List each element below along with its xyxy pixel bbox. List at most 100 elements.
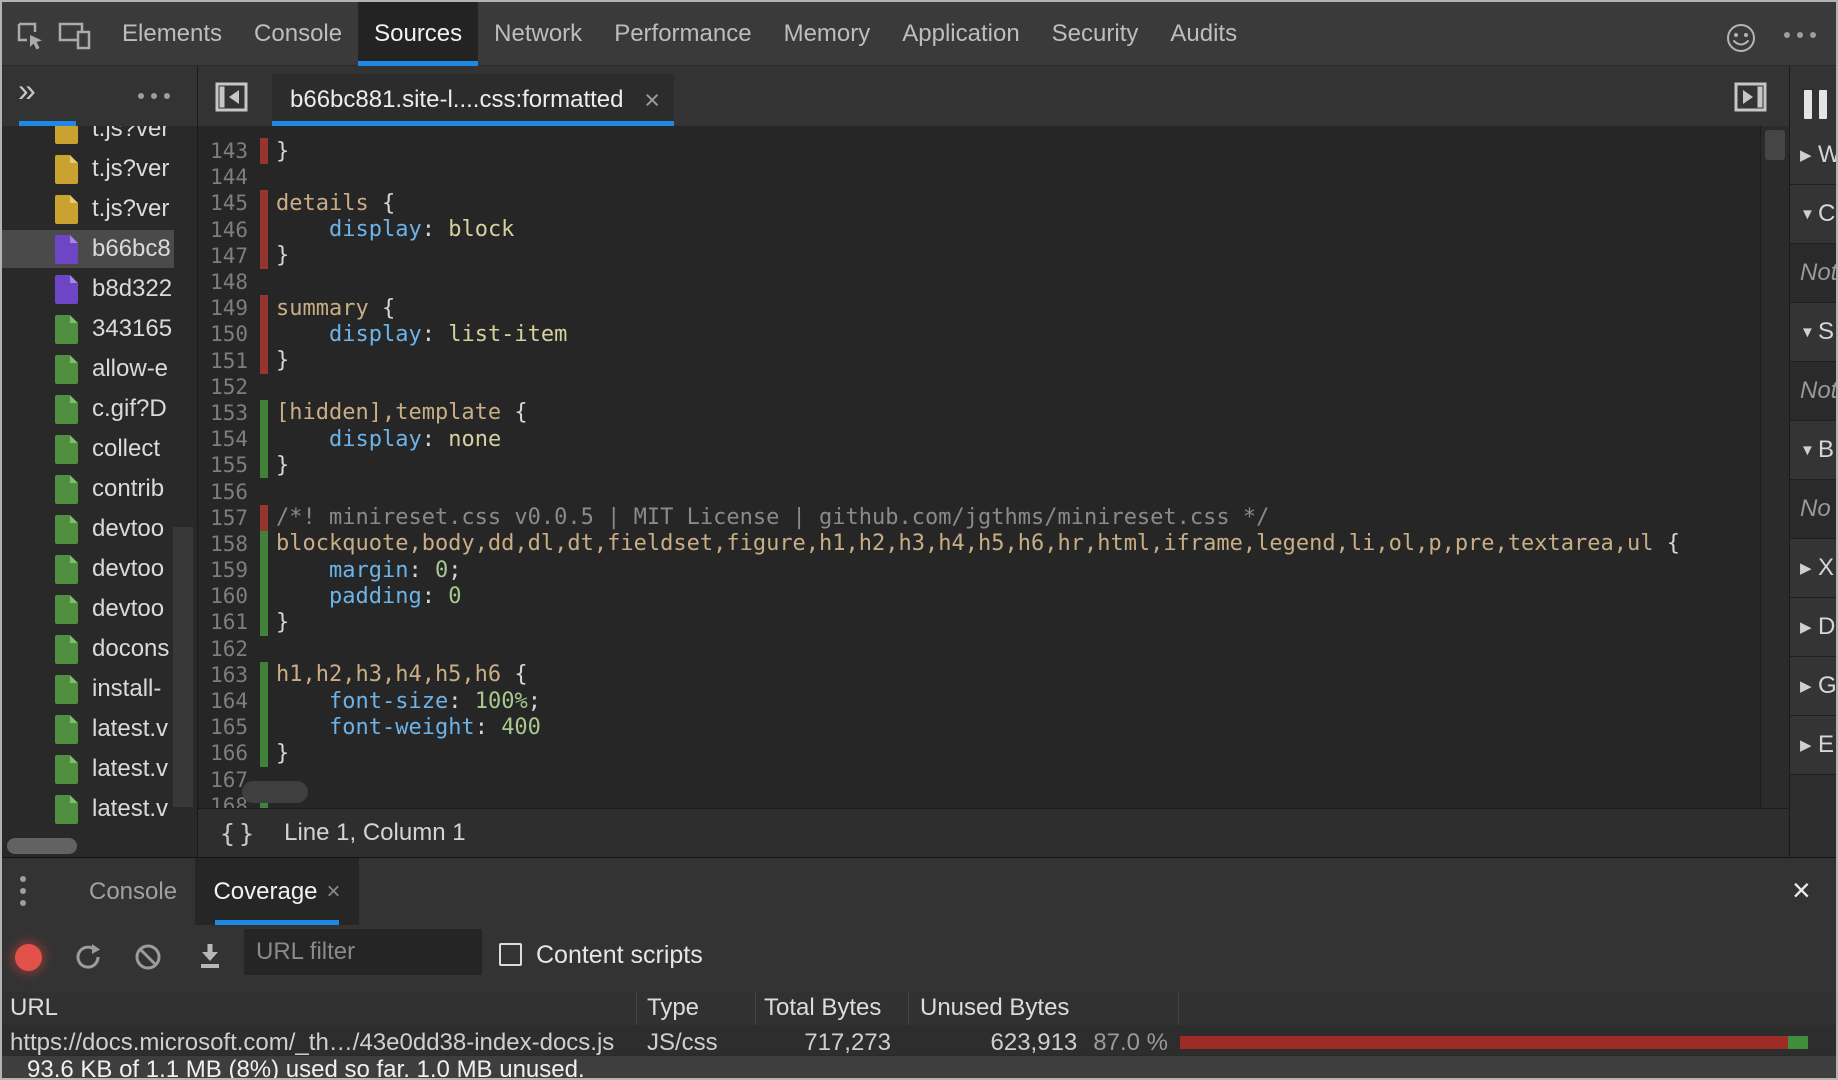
drawer-tab-coverage[interactable]: Coverage × bbox=[195, 858, 359, 925]
line-number[interactable]: 162 bbox=[198, 637, 254, 661]
line-number[interactable]: 151 bbox=[198, 349, 254, 373]
debugger-section-header[interactable]: ▼B bbox=[1790, 421, 1838, 480]
chevron-down-icon[interactable]: ▼ bbox=[1800, 324, 1818, 341]
hide-navigator-icon[interactable] bbox=[215, 82, 248, 112]
file-tree-item[interactable]: c.gif?D bbox=[2, 390, 174, 428]
line-number[interactable]: 147 bbox=[198, 244, 254, 268]
file-tree-item[interactable]: devtoo bbox=[2, 590, 174, 628]
chevron-right-icon[interactable]: ▶ bbox=[1800, 146, 1818, 164]
debugger-section-header[interactable]: ▶W bbox=[1790, 126, 1838, 185]
line-number[interactable]: 159 bbox=[198, 558, 254, 582]
line-number[interactable]: 165 bbox=[198, 715, 254, 739]
export-download-icon[interactable] bbox=[195, 942, 225, 972]
file-tree-item[interactable]: devtoo bbox=[2, 550, 174, 588]
line-number[interactable]: 164 bbox=[198, 689, 254, 713]
debugger-section-header[interactable]: ▶G bbox=[1790, 657, 1838, 716]
more-menu-icon[interactable] bbox=[1784, 32, 1816, 38]
line-number[interactable]: 152 bbox=[198, 375, 254, 399]
file-tree-item[interactable]: latest.v bbox=[2, 710, 174, 748]
record-button[interactable] bbox=[15, 944, 42, 971]
toolbar-tab-sources[interactable]: Sources bbox=[358, 2, 478, 66]
toolbar-tab-console[interactable]: Console bbox=[238, 2, 358, 66]
file-tree-item[interactable]: b66bc8 bbox=[2, 230, 174, 268]
chevron-right-icon[interactable]: ▶ bbox=[1800, 677, 1818, 695]
source-file-tab[interactable]: b66bc881.site-l....css:formatted × bbox=[272, 74, 674, 126]
file-tree-item[interactable]: contrib bbox=[2, 470, 174, 508]
chevron-down-icon[interactable]: ▼ bbox=[1800, 442, 1818, 459]
line-number[interactable]: 155 bbox=[198, 453, 254, 477]
file-tree-item[interactable]: allow-e bbox=[2, 350, 174, 388]
debugger-section-header[interactable]: ▼C bbox=[1790, 185, 1838, 244]
editor-horizontal-scrollbar[interactable] bbox=[242, 781, 308, 803]
debugger-section-header[interactable]: ▶X bbox=[1790, 539, 1838, 598]
toolbar-tab-network[interactable]: Network bbox=[478, 2, 598, 66]
toolbar-tab-audits[interactable]: Audits bbox=[1154, 2, 1253, 66]
line-number[interactable]: 153 bbox=[198, 401, 254, 425]
chevron-down-icon[interactable]: ▼ bbox=[1800, 206, 1818, 223]
file-tree-item[interactable]: install- bbox=[2, 670, 174, 708]
content-scripts-checkbox[interactable] bbox=[499, 943, 522, 966]
column-header-total-bytes[interactable]: Total Bytes bbox=[764, 994, 881, 1022]
column-header-type[interactable]: Type bbox=[647, 994, 699, 1022]
chevron-right-icon[interactable]: ▶ bbox=[1800, 559, 1818, 577]
column-header-unused-bytes[interactable]: Unused Bytes bbox=[920, 994, 1069, 1022]
source-tab-close-icon[interactable]: × bbox=[644, 85, 660, 116]
editor-vertical-scrollbar[interactable] bbox=[1760, 126, 1788, 808]
line-number[interactable]: 166 bbox=[198, 741, 254, 765]
line-number[interactable]: 158 bbox=[198, 532, 254, 556]
file-tree-item[interactable]: collect bbox=[2, 430, 174, 468]
file-tree-item[interactable]: t.js?ver bbox=[2, 150, 174, 188]
show-debugger-panel-icon[interactable] bbox=[1734, 82, 1767, 112]
clear-icon[interactable] bbox=[133, 942, 163, 972]
navigator-horizontal-scrollbar[interactable] bbox=[7, 838, 77, 854]
file-tree-item[interactable]: t.js?ver bbox=[2, 190, 174, 228]
line-number[interactable]: 160 bbox=[198, 584, 254, 608]
line-number[interactable]: 144 bbox=[198, 165, 254, 189]
inspect-icon[interactable] bbox=[14, 19, 46, 51]
file-tree-item[interactable]: latest.v bbox=[2, 750, 174, 788]
url-filter-input[interactable] bbox=[244, 929, 482, 975]
line-number[interactable]: 149 bbox=[198, 296, 254, 320]
editor-scrollbar-thumb[interactable] bbox=[1765, 130, 1785, 160]
code-editor[interactable]: 143}144145details {146 display: block147… bbox=[198, 126, 1760, 808]
reload-icon[interactable] bbox=[73, 942, 103, 972]
toolbar-tab-memory[interactable]: Memory bbox=[768, 2, 887, 66]
navigator-vertical-scrollbar[interactable] bbox=[173, 527, 193, 807]
debugger-section-header[interactable]: ▶D bbox=[1790, 598, 1838, 657]
drawer-close-icon[interactable]: × bbox=[1792, 872, 1811, 909]
drawer-menu-icon[interactable] bbox=[20, 876, 26, 906]
line-number[interactable]: 154 bbox=[198, 427, 254, 451]
line-number[interactable]: 161 bbox=[198, 610, 254, 634]
line-number[interactable]: 150 bbox=[198, 322, 254, 346]
file-tree-item[interactable]: docons bbox=[2, 630, 174, 668]
file-tree-item[interactable]: devtoo bbox=[2, 510, 174, 548]
toolbar-tab-security[interactable]: Security bbox=[1036, 2, 1155, 66]
feedback-smiley-icon[interactable] bbox=[1725, 22, 1757, 54]
chevron-right-icon[interactable]: ▶ bbox=[1800, 736, 1818, 754]
pretty-print-icon[interactable]: {} bbox=[220, 819, 258, 848]
toolbar-tab-performance[interactable]: Performance bbox=[598, 2, 767, 66]
coverage-tab-close-icon[interactable]: × bbox=[327, 878, 341, 906]
chevron-right-icon[interactable]: ▶ bbox=[1800, 618, 1818, 636]
navigator-expand-icon[interactable]: » bbox=[18, 74, 36, 106]
line-number[interactable]: 148 bbox=[198, 270, 254, 294]
file-tree-item[interactable]: latest.v bbox=[2, 790, 174, 828]
coverage-table-row[interactable]: https://docs.microsoft.com/_th…/43e0dd38… bbox=[2, 1025, 1836, 1055]
line-number[interactable]: 157 bbox=[198, 506, 254, 530]
line-number[interactable]: 146 bbox=[198, 218, 254, 242]
file-tree-item[interactable]: 343165 bbox=[2, 310, 174, 348]
file-tree-item[interactable]: t.js?ver bbox=[2, 126, 174, 148]
toolbar-tab-application[interactable]: Application bbox=[886, 2, 1035, 66]
pause-script-icon[interactable] bbox=[1804, 90, 1827, 119]
debugger-section-header[interactable]: ▼S bbox=[1790, 303, 1838, 362]
line-number[interactable]: 156 bbox=[198, 480, 254, 504]
line-number[interactable]: 163 bbox=[198, 663, 254, 687]
debugger-section-header[interactable]: ▶E bbox=[1790, 716, 1838, 775]
toolbar-tab-elements[interactable]: Elements bbox=[106, 2, 238, 66]
file-tree-item[interactable]: b8d322 bbox=[2, 270, 174, 308]
navigator-overflow-icon[interactable] bbox=[138, 93, 170, 99]
line-number[interactable]: 145 bbox=[198, 191, 254, 215]
device-toolbar-icon[interactable] bbox=[58, 22, 92, 50]
column-header-url[interactable]: URL bbox=[10, 994, 58, 1022]
line-number[interactable]: 143 bbox=[198, 139, 254, 163]
